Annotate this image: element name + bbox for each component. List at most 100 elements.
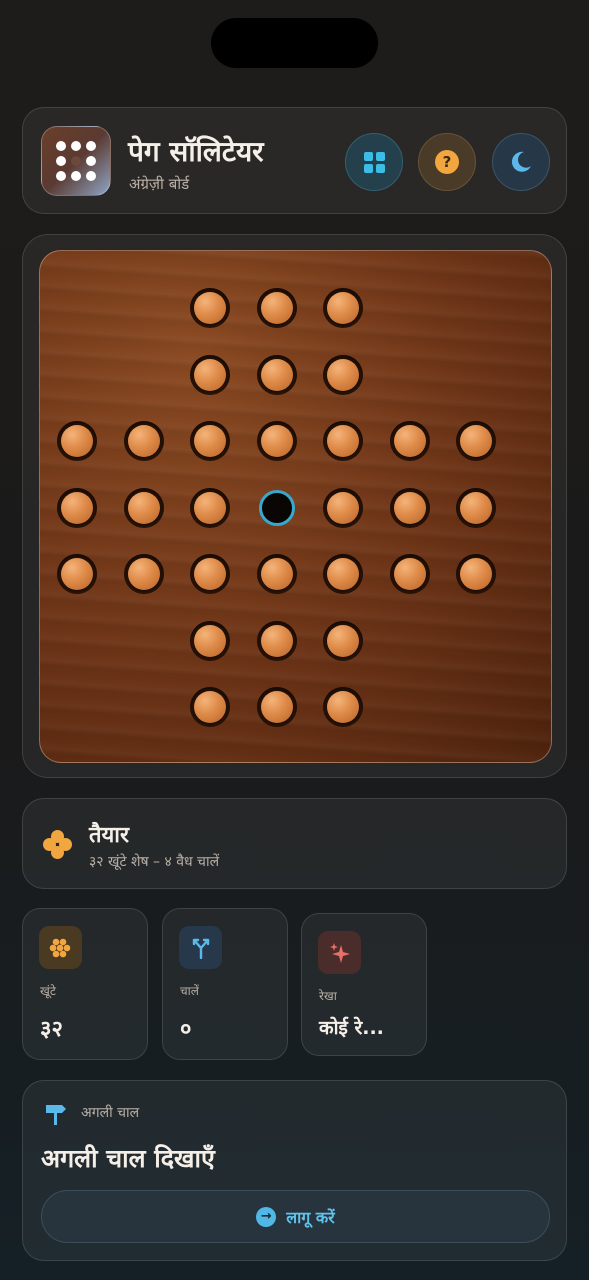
peg[interactable] (260, 558, 293, 590)
board-type-label: अंग्रेज़ी बोर्ड (129, 175, 190, 193)
peg[interactable] (327, 558, 359, 590)
peg[interactable] (61, 425, 93, 457)
peg-hole[interactable] (389, 487, 430, 528)
grid-icon (363, 151, 385, 173)
help-icon: ? (435, 150, 459, 174)
stat-card-pegs: खूंटे ३२ (22, 908, 148, 1060)
stat-label: चालें (180, 984, 199, 998)
peg-hole[interactable] (256, 354, 297, 395)
peg-hole[interactable] (190, 421, 230, 461)
stat-value: ० (180, 1017, 192, 1042)
peg-hole[interactable] (456, 421, 496, 461)
apply-move-button[interactable]: → लागू करें (41, 1190, 550, 1243)
peg-hole[interactable] (57, 554, 97, 594)
peg[interactable] (194, 491, 226, 524)
peg[interactable] (327, 425, 359, 457)
peg-hole[interactable] (190, 687, 230, 727)
apply-button-label: लागू करें (286, 1207, 335, 1227)
peg[interactable] (393, 491, 426, 524)
peg-hole[interactable] (323, 687, 363, 727)
peg-hole[interactable] (123, 554, 164, 594)
peg-hole[interactable] (190, 487, 230, 528)
peg[interactable] (194, 358, 226, 391)
game-board[interactable] (39, 250, 552, 763)
help-button[interactable]: ? (418, 133, 476, 191)
peg-hole[interactable] (123, 487, 164, 528)
peg-hole[interactable] (323, 487, 363, 528)
peg-hole[interactable] (57, 487, 97, 528)
peg-hole[interactable] (323, 554, 363, 594)
peg[interactable] (194, 558, 226, 590)
peg[interactable] (260, 292, 293, 324)
arrow-right-icon: → (256, 1206, 277, 1227)
peg-hole[interactable] (190, 354, 230, 395)
peg-hole[interactable] (190, 554, 230, 594)
peg[interactable] (194, 624, 226, 657)
status-panel: तैयार ३२ खूंटे शेष – ४ वैध चालें (22, 798, 567, 889)
next-move-title: अगली चाल दिखाएँ (41, 1144, 215, 1173)
stat-value: कोई रे... (319, 1017, 384, 1039)
peg-hole[interactable] (389, 421, 430, 461)
stat-label: खूंटे (40, 984, 56, 998)
stat-card-moves: चालें ० (162, 908, 288, 1060)
peg[interactable] (460, 491, 492, 524)
peg[interactable] (61, 558, 93, 590)
device-notch (211, 18, 378, 68)
peg[interactable] (127, 491, 160, 524)
peg[interactable] (127, 425, 160, 457)
next-move-label: अगली चाल (81, 1105, 140, 1121)
peg-hole[interactable] (256, 421, 297, 461)
status-title: तैयार (89, 823, 129, 848)
stat-value: ३२ (40, 1017, 63, 1042)
peg[interactable] (327, 292, 359, 324)
peg[interactable] (327, 358, 359, 391)
peg[interactable] (327, 491, 359, 524)
peg[interactable] (460, 425, 492, 457)
moves-icon (192, 938, 209, 959)
board-panel (22, 234, 567, 778)
peg-hole[interactable] (456, 487, 496, 528)
peg-hole[interactable] (256, 288, 297, 328)
peg[interactable] (327, 624, 359, 657)
stat-label: रेखा (319, 989, 337, 1003)
peg-hole[interactable] (456, 554, 496, 594)
peg-hole[interactable] (256, 620, 297, 661)
peg[interactable] (260, 624, 293, 657)
peg[interactable] (327, 691, 359, 723)
peg[interactable] (194, 691, 226, 723)
peg[interactable] (260, 691, 293, 723)
peg[interactable] (260, 358, 293, 391)
status-subtitle: ३२ खूंटे शेष – ४ वैध चालें (89, 854, 220, 870)
theme-toggle-button[interactable] (492, 133, 550, 191)
stat-card-streak: रेखा कोई रे... (301, 913, 427, 1056)
board-select-button[interactable] (345, 133, 403, 191)
pegs-cluster-icon (43, 830, 73, 860)
moon-icon (511, 151, 531, 172)
peg[interactable] (61, 491, 93, 524)
peg[interactable] (127, 558, 160, 590)
peg-hole[interactable] (256, 554, 297, 594)
signpost-icon (46, 1105, 66, 1125)
peg-hole[interactable] (323, 288, 363, 328)
peg[interactable] (194, 425, 226, 457)
sparkle-icon (329, 942, 350, 963)
peg-hole[interactable] (123, 421, 164, 461)
next-move-panel: अगली चाल अगली चाल दिखाएँ → लागू करें (22, 1080, 567, 1261)
peg[interactable] (260, 425, 293, 457)
app-header: पेग सॉलिटेयर अंग्रेज़ी बोर्ड ? (22, 107, 567, 214)
peg[interactable] (393, 558, 426, 590)
peg-hole[interactable] (323, 354, 363, 395)
peg[interactable] (460, 558, 492, 590)
peg-hole[interactable] (57, 421, 97, 461)
peg[interactable] (194, 292, 226, 324)
peg-hole[interactable] (190, 620, 230, 661)
peg-hole[interactable] (190, 288, 230, 328)
peg-hole[interactable] (323, 421, 363, 461)
peg-hole[interactable] (256, 687, 297, 727)
peg-hole[interactable] (323, 620, 363, 661)
empty-hole[interactable] (258, 489, 295, 526)
peg-hole[interactable] (389, 554, 430, 594)
peg[interactable] (393, 425, 426, 457)
pegs-icon (49, 938, 70, 957)
app-logo-icon (41, 126, 111, 196)
